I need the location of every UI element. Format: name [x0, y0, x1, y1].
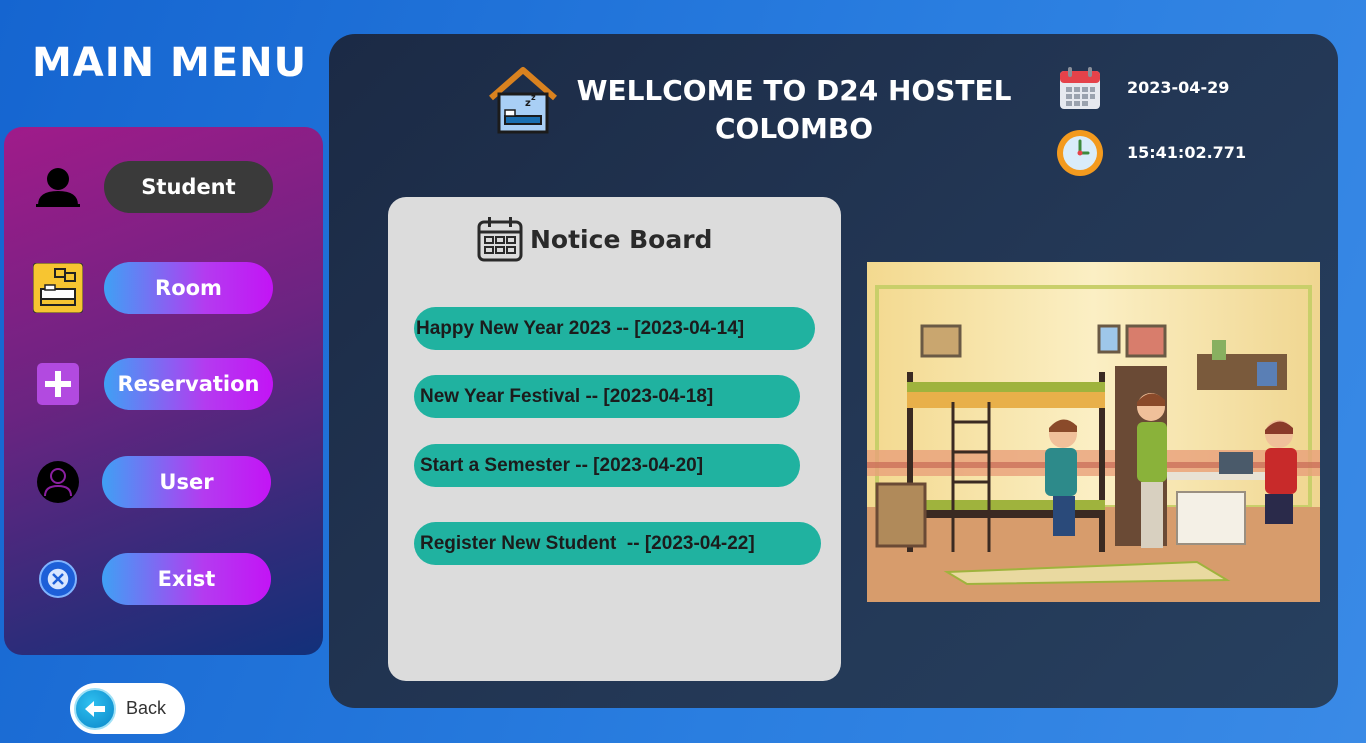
- student-button[interactable]: Student: [104, 161, 273, 213]
- notice-item[interactable]: Happy New Year 2023 -- [2023-04-14]: [414, 307, 815, 350]
- back-label: Back: [126, 698, 167, 718]
- back-button[interactable]: Back: [70, 683, 185, 734]
- notice-item[interactable]: New Year Festival -- [2023-04-18]: [414, 375, 800, 418]
- notice-board-header: Notice Board: [476, 215, 712, 263]
- hostel-house-icon: z z: [487, 64, 559, 140]
- calendar-icon: [1058, 65, 1102, 115]
- main-menu-title: MAIN MENU: [32, 40, 308, 86]
- room-button[interactable]: Room: [104, 262, 273, 314]
- user-button[interactable]: User: [102, 456, 271, 508]
- title-line-1: WELLCOME TO D24 HOSTEL: [576, 74, 1012, 107]
- notice-board: Notice Board Happy New Year 2023 -- [202…: [388, 197, 841, 681]
- main-panel: z z WELLCOME TO D24 HOSTEL COLOMBO 2023-…: [329, 34, 1338, 708]
- exist-button[interactable]: Exist: [102, 553, 271, 605]
- sidebar-item-user: User: [4, 456, 323, 508]
- close-icon: [32, 553, 84, 605]
- time-display: 15:41:02.771: [1127, 143, 1247, 162]
- reservation-button[interactable]: Reservation: [104, 358, 273, 410]
- page-title: WELLCOME TO D24 HOSTEL COLOMBO: [569, 72, 1019, 148]
- sidebar-item-exist: Exist: [4, 553, 323, 605]
- sidebar-item-student: Student: [4, 161, 323, 213]
- notice-item[interactable]: Start a Semester -- [2023-04-20]: [414, 444, 800, 487]
- student-icon: [32, 161, 84, 213]
- user-icon: [32, 456, 84, 508]
- notice-item[interactable]: Register New Student -- [2023-04-22]: [414, 522, 821, 565]
- date-display: 2023-04-29: [1127, 78, 1230, 97]
- title-line-2: COLOMBO: [714, 112, 873, 145]
- sidebar-menu: Student Room Reservation User Exist: [4, 127, 323, 655]
- back-arrow-icon: [74, 687, 116, 730]
- clock-icon: [1055, 128, 1105, 182]
- calendar-grid-icon: [477, 217, 523, 262]
- sidebar-item-reservation: Reservation: [4, 358, 323, 410]
- plus-icon: [32, 358, 84, 410]
- bed-icon: [32, 262, 84, 314]
- svg-text:z: z: [531, 93, 536, 102]
- sidebar-item-room: Room: [4, 262, 323, 314]
- hostel-room-illustration: [867, 262, 1320, 602]
- notice-board-title: Notice Board: [530, 224, 713, 254]
